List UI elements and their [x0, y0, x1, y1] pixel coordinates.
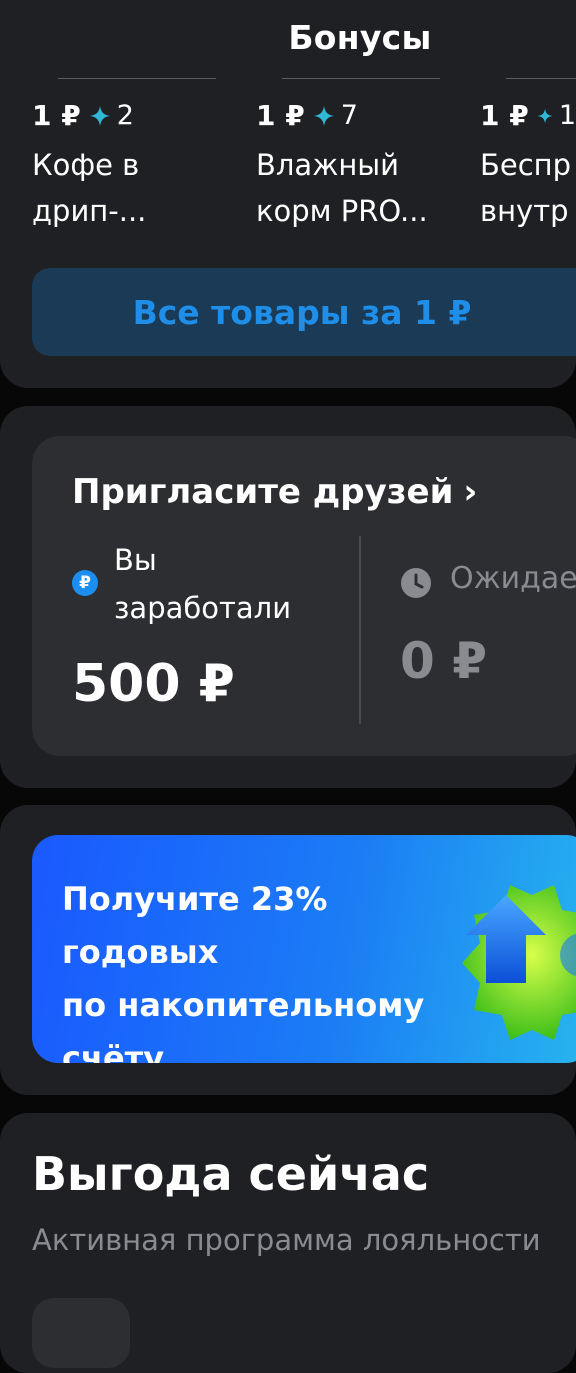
- product-name: Влажный корм PRO...: [256, 148, 428, 228]
- product-name: Беспр внутр: [480, 148, 572, 228]
- invite-card: Пригласите друзей › ₽ Вы заработали 500 ₽…: [0, 406, 576, 788]
- all-products-button[interactable]: Все товары за 1 ₽: [32, 268, 576, 356]
- product-divider: [58, 78, 216, 79]
- product-price: 1 ₽: [256, 99, 305, 132]
- product-price: 1 ₽: [480, 99, 529, 132]
- invite-friends-panel[interactable]: Пригласите друзей › ₽ Вы заработали 500 ₽…: [32, 436, 576, 756]
- all-products-label: Все товары за 1 ₽: [132, 292, 472, 332]
- product-bonus: 2: [116, 100, 134, 131]
- pending-label: Ожидает: [450, 561, 576, 596]
- product-divider: [282, 78, 440, 79]
- bonus-product-card[interactable]: 1 ₽ 1 Беспр внутр: [480, 78, 576, 234]
- product-divider: [506, 78, 576, 79]
- bonuses-title: Бонусы: [288, 18, 432, 57]
- product-bonus: 1: [558, 100, 576, 131]
- savings-card: Получите 23% годовых по накопительному с…: [0, 805, 576, 1095]
- benefit-chip[interactable]: [32, 1298, 130, 1368]
- pending-value: 0 ₽: [400, 632, 487, 690]
- product-name: Кофе в дрип-...: [32, 148, 147, 228]
- benefit-title: Выгода сейчас: [32, 1147, 430, 1201]
- savings-promo-text: Получите 23% годовых по накопительному с…: [62, 880, 425, 1063]
- product-bonus: 7: [340, 100, 358, 131]
- bonus-product-card[interactable]: 1 ₽ 7 Влажный корм PRO...: [256, 78, 446, 234]
- sparkle-star-icon: [313, 105, 334, 126]
- earned-value: 500 ₽: [72, 654, 235, 714]
- savings-promo-banner[interactable]: Получите 23% годовых по накопительному с…: [32, 835, 576, 1063]
- chevron-right-icon: ›: [463, 472, 478, 512]
- growth-gear-illustration: [462, 885, 576, 1040]
- sparkle-star-icon: [89, 105, 110, 126]
- clock-icon: [401, 568, 431, 598]
- benefit-subtitle: Активная программа лояльности: [32, 1223, 541, 1257]
- product-price: 1 ₽: [32, 99, 81, 132]
- vertical-divider: [359, 536, 361, 724]
- benefit-card: Выгода сейчас Активная программа лояльно…: [0, 1113, 576, 1373]
- bonus-product-card[interactable]: 1 ₽ 2 Кофе в дрип-...: [32, 78, 222, 234]
- sparkle-star-icon: [537, 108, 553, 123]
- ruble-coin-icon: ₽: [72, 570, 98, 596]
- earned-label: Вы заработали: [114, 543, 292, 625]
- invite-title: Пригласите друзей: [72, 472, 454, 512]
